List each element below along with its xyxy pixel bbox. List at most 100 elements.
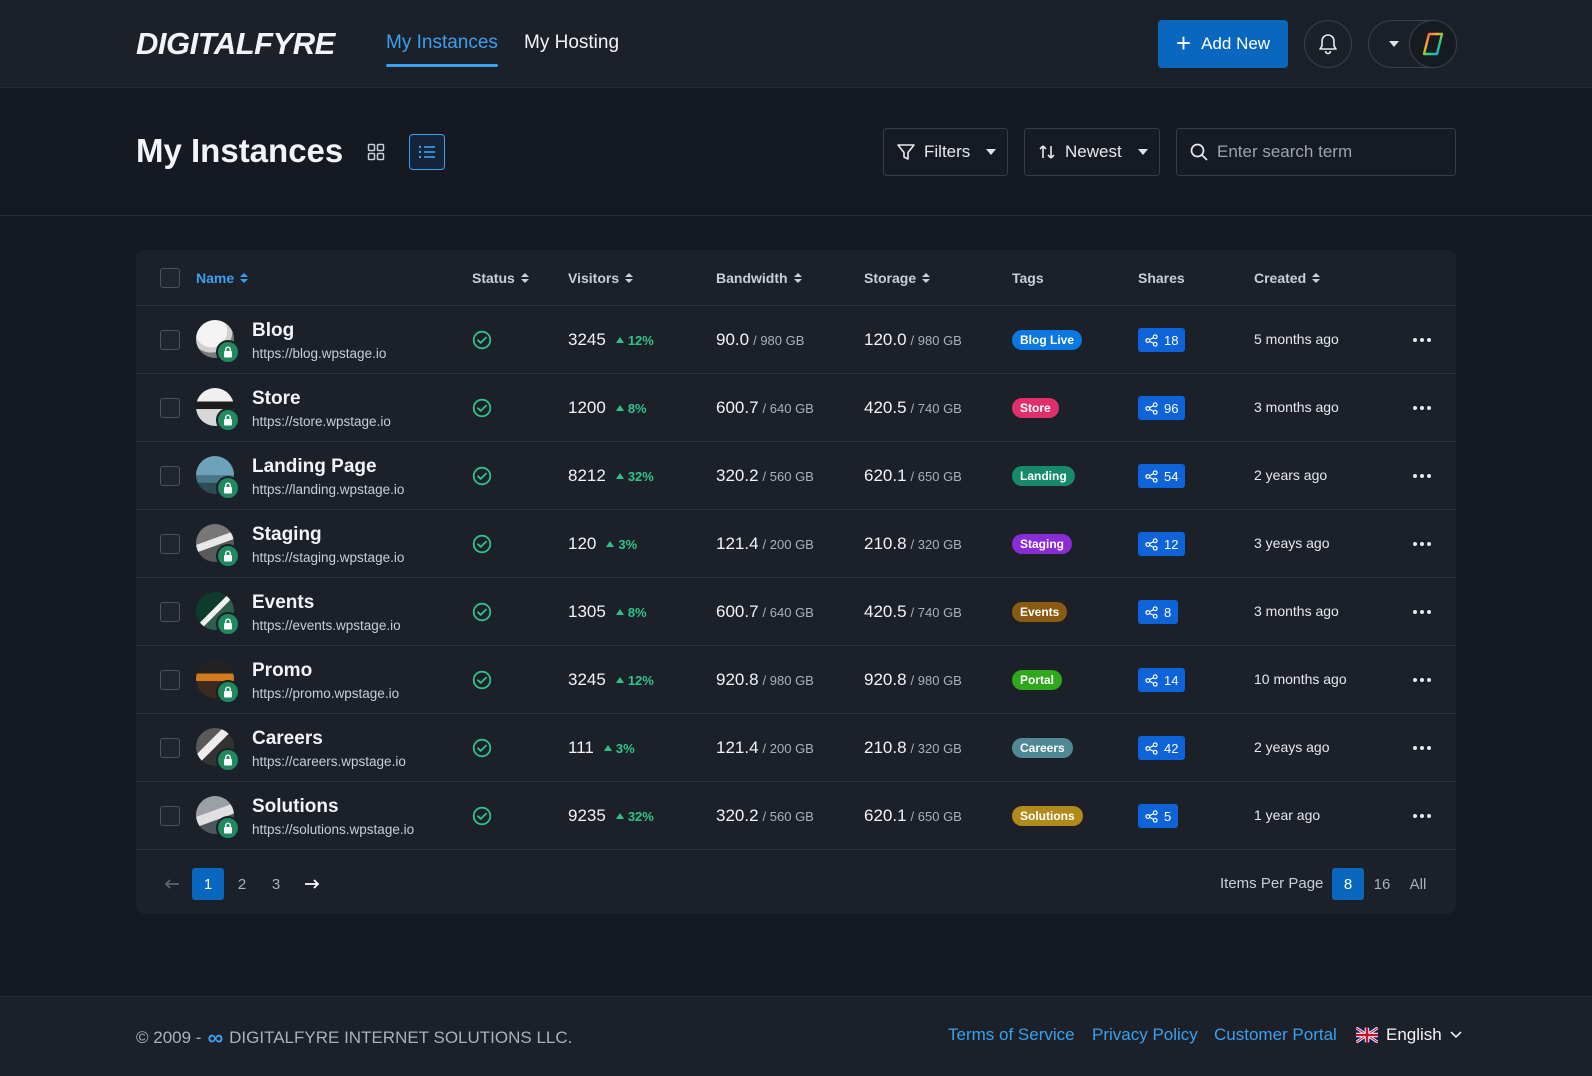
more-options-icon[interactable] [1410, 328, 1434, 352]
tag-badge[interactable]: Store [1012, 398, 1059, 418]
table-row[interactable]: Landing Page https://landing.wpstage.io … [136, 442, 1456, 510]
site-url-link[interactable]: https://staging.wpstage.io [252, 550, 404, 565]
brand-avatar[interactable] [1409, 20, 1457, 68]
sort-dropdown[interactable]: Newest [1024, 128, 1160, 176]
shares-badge[interactable]: 8 [1138, 600, 1179, 624]
tag-badge[interactable]: Portal [1012, 670, 1063, 690]
tag-badge[interactable]: Landing [1012, 466, 1075, 486]
items-per-page-16[interactable]: 16 [1366, 868, 1398, 900]
shares-badge[interactable]: 18 [1138, 328, 1186, 352]
brand-logo[interactable]: DIGITALFYRE [136, 26, 335, 62]
status-ok-icon [472, 602, 492, 627]
site-url-link[interactable]: https://solutions.wpstage.io [252, 822, 414, 837]
shares-badge[interactable]: 14 [1138, 668, 1186, 692]
site-name[interactable]: Promo [252, 660, 312, 682]
search-box[interactable] [1176, 128, 1456, 176]
column-header-storage[interactable]: Storage [864, 270, 931, 286]
table-row[interactable]: Store https://store.wpstage.io 1200 8% 6… [136, 374, 1456, 442]
shares-badge[interactable]: 42 [1138, 736, 1186, 760]
site-url-link[interactable]: https://events.wpstage.io [252, 618, 401, 633]
more-options-icon[interactable] [1410, 668, 1434, 692]
created-date: 10 months ago [1254, 671, 1347, 687]
notifications-button[interactable] [1304, 20, 1352, 68]
grid-view-button[interactable] [358, 134, 394, 170]
more-options-icon[interactable] [1410, 600, 1434, 624]
tag-badge[interactable]: Solutions [1012, 806, 1083, 826]
more-options-icon[interactable] [1410, 532, 1434, 556]
column-header-status[interactable]: Status [472, 270, 529, 286]
share-icon [1145, 537, 1158, 551]
site-name[interactable]: Store [252, 388, 301, 410]
page-button-3[interactable]: 3 [260, 868, 292, 900]
table-row[interactable]: Careers https://careers.wpstage.io 111 3… [136, 714, 1456, 782]
column-header-bandwidth[interactable]: Bandwidth [716, 270, 802, 286]
tag-badge[interactable]: Staging [1012, 534, 1072, 554]
table-row[interactable]: Solutions https://solutions.wpstage.io 9… [136, 782, 1456, 850]
row-checkbox[interactable] [160, 466, 180, 486]
site-url-link[interactable]: https://blog.wpstage.io [252, 346, 386, 361]
table-row[interactable]: Promo https://promo.wpstage.io 3245 12% … [136, 646, 1456, 714]
site-name[interactable]: Events [252, 592, 314, 614]
more-options-icon[interactable] [1410, 396, 1434, 420]
privacy-policy-link[interactable]: Privacy Policy [1092, 1025, 1198, 1045]
previous-page-button[interactable] [156, 868, 188, 900]
row-checkbox[interactable] [160, 602, 180, 622]
row-checkbox[interactable] [160, 534, 180, 554]
bandwidth-total: / 640 GB [762, 605, 814, 620]
shares-badge[interactable]: 12 [1138, 532, 1186, 556]
more-options-icon[interactable] [1410, 736, 1434, 760]
site-url-link[interactable]: https://store.wpstage.io [252, 414, 391, 429]
select-all-checkbox[interactable] [160, 268, 180, 288]
table-row[interactable]: Events https://events.wpstage.io 1305 8%… [136, 578, 1456, 646]
row-checkbox[interactable] [160, 806, 180, 826]
row-checkbox[interactable] [160, 330, 180, 350]
shares-badge[interactable]: 96 [1138, 396, 1186, 420]
tab-my-hosting[interactable]: My Hosting [524, 32, 619, 54]
add-new-button[interactable]: + Add New [1158, 20, 1288, 68]
tag-badge[interactable]: Careers [1012, 738, 1073, 758]
site-name[interactable]: Careers [252, 728, 323, 750]
list-view-button[interactable] [409, 134, 445, 170]
account-menu[interactable] [1368, 20, 1457, 68]
customer-portal-link[interactable]: Customer Portal [1214, 1025, 1337, 1045]
language-selector[interactable]: English [1356, 1025, 1462, 1045]
storage-used: 620.1 [864, 806, 907, 825]
site-url-link[interactable]: https://promo.wpstage.io [252, 686, 399, 701]
row-checkbox[interactable] [160, 670, 180, 690]
items-per-page-8[interactable]: 8 [1332, 868, 1364, 900]
page-button-2[interactable]: 2 [226, 868, 258, 900]
site-url-link[interactable]: https://careers.wpstage.io [252, 754, 406, 769]
top-navigation-bar: DIGITALFYRE My Instances My Hosting + Ad… [0, 0, 1592, 88]
tab-my-instances[interactable]: My Instances [386, 32, 498, 67]
share-icon [1145, 673, 1158, 687]
site-name[interactable]: Staging [252, 524, 322, 546]
items-per-page-all[interactable]: All [1402, 868, 1434, 900]
column-header-shares: Shares [1138, 270, 1185, 286]
column-header-name[interactable]: Name [196, 270, 249, 286]
shares-badge[interactable]: 54 [1138, 464, 1186, 488]
column-header-created[interactable]: Created [1254, 270, 1321, 286]
row-checkbox[interactable] [160, 398, 180, 418]
ssl-lock-icon [216, 612, 240, 636]
terms-of-service-link[interactable]: Terms of Service [948, 1025, 1075, 1045]
row-checkbox[interactable] [160, 738, 180, 758]
tag-badge[interactable]: Blog Live [1012, 330, 1083, 350]
site-name[interactable]: Landing Page [252, 456, 377, 478]
page-button-1[interactable]: 1 [192, 868, 224, 900]
more-options-icon[interactable] [1410, 804, 1434, 828]
site-name[interactable]: Solutions [252, 796, 339, 818]
table-row[interactable]: Staging https://staging.wpstage.io 120 3… [136, 510, 1456, 578]
column-header-visitors[interactable]: Visitors [568, 270, 634, 286]
site-name[interactable]: Blog [252, 320, 294, 342]
filters-button[interactable]: Filters [883, 128, 1008, 176]
next-page-button[interactable] [296, 868, 328, 900]
shares-badge[interactable]: 5 [1138, 804, 1179, 828]
visitors-trend: 32% [615, 469, 654, 484]
site-url-link[interactable]: https://landing.wpstage.io [252, 482, 404, 497]
storage-total: / 320 GB [910, 741, 962, 756]
table-row[interactable]: Blog https://blog.wpstage.io 3245 12% 90… [136, 306, 1456, 374]
more-options-icon[interactable] [1410, 464, 1434, 488]
tag-badge[interactable]: Events [1012, 602, 1068, 622]
search-input[interactable] [1217, 142, 1437, 162]
shares-count: 8 [1164, 604, 1172, 620]
